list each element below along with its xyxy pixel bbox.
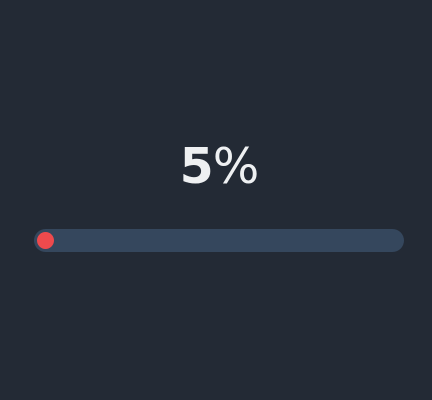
progress-bar-track bbox=[34, 229, 404, 252]
progress-percentage-suffix: % bbox=[212, 138, 260, 195]
progress-percentage-number: 5 bbox=[179, 138, 214, 195]
progress-screen: 5% bbox=[0, 0, 432, 400]
progress-percentage-label: 5% bbox=[0, 137, 432, 197]
progress-indicator-dot bbox=[37, 232, 54, 249]
